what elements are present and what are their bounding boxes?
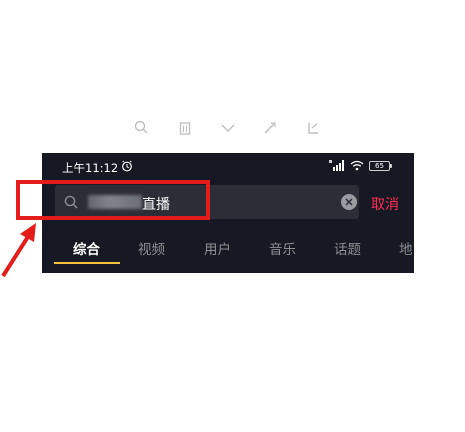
clear-icon[interactable] xyxy=(341,194,357,210)
cancel-button[interactable]: 取消 xyxy=(371,194,399,214)
alarm-icon xyxy=(122,160,132,172)
status-bar: 上午11:12 65 xyxy=(42,153,414,179)
tab-topics[interactable]: 话题 xyxy=(334,238,361,258)
signal-icon xyxy=(329,160,344,171)
annotation-highlight-box xyxy=(16,180,210,220)
chevron-down-icon[interactable] xyxy=(220,120,236,136)
tab-video[interactable]: 视频 xyxy=(138,238,165,258)
top-toolbar xyxy=(125,120,335,138)
wifi-icon xyxy=(350,160,364,171)
search-tabs: 综合 视频 用户 音乐 话题 地 xyxy=(42,236,414,266)
search-icon[interactable] xyxy=(133,120,149,136)
tab-comprehensive[interactable]: 综合 xyxy=(73,238,100,258)
annotation-arrow xyxy=(1,223,36,278)
trash-icon[interactable] xyxy=(177,120,193,136)
active-tab-indicator xyxy=(54,262,120,264)
edit-icon[interactable] xyxy=(262,120,278,136)
tab-music[interactable]: 音乐 xyxy=(269,238,296,258)
status-time: 上午11:12 xyxy=(62,161,119,175)
share-icon[interactable] xyxy=(305,120,321,136)
battery-icon: 65 xyxy=(369,161,392,171)
tab-location[interactable]: 地 xyxy=(399,238,413,258)
tab-users[interactable]: 用户 xyxy=(204,238,231,258)
